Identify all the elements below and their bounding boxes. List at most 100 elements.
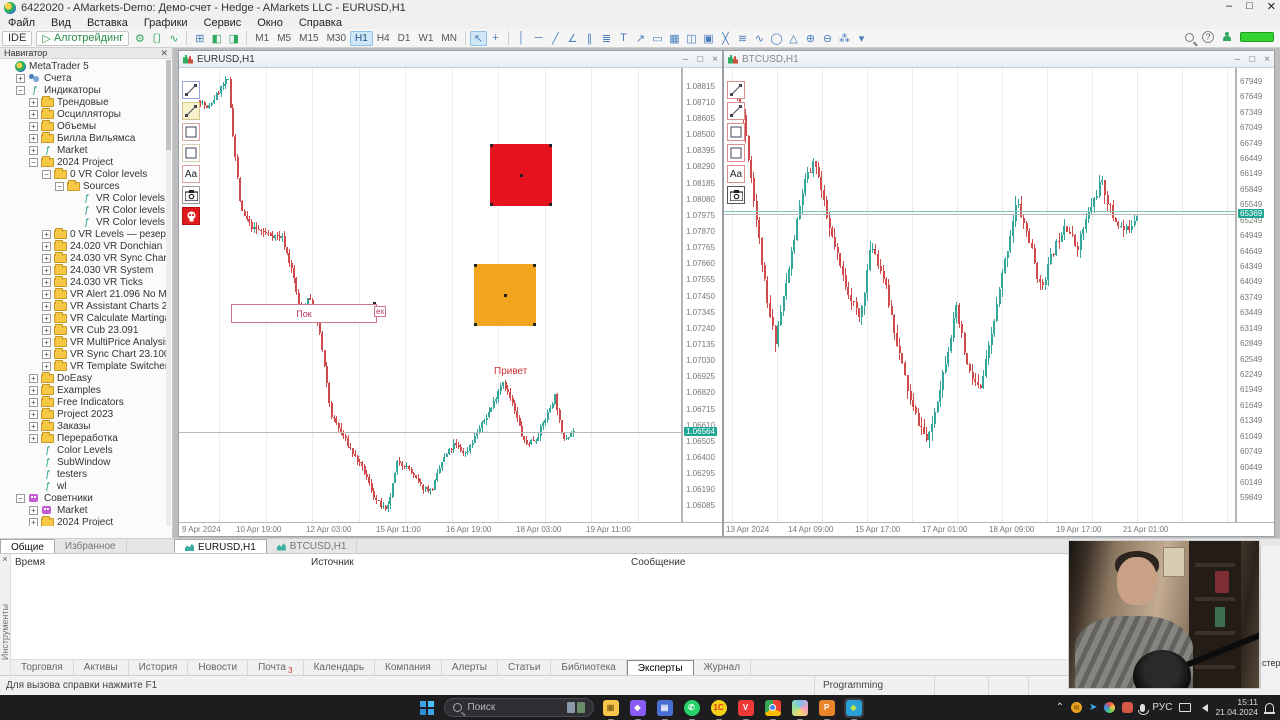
start-button[interactable]: [417, 698, 437, 718]
explorer-icon[interactable]: ▣: [601, 698, 621, 720]
object-handle[interactable]: [549, 144, 552, 147]
time-axis[interactable]: 9 Apr 2024 10 Apr 19:00 12 Apr 03:00 15 Apr…: [179, 522, 722, 536]
timeframe-H1[interactable]: H1: [350, 30, 373, 46]
crosshair-icon[interactable]: +: [487, 31, 504, 46]
chart-plot-btcusd[interactable]: Aa: [724, 68, 1236, 523]
timeframe-H4[interactable]: H4: [373, 31, 394, 46]
tree-item-0-vr-color-levels[interactable]: − 0 VR Color levels: [0, 168, 166, 180]
menu-Окно[interactable]: Окно: [257, 17, 283, 29]
object-handle[interactable]: [490, 144, 493, 147]
object-handle[interactable]: [503, 293, 507, 297]
price-axis[interactable]: 1.08815 1.08710 1.08605 1.08500 1.08395 1.082…: [682, 68, 722, 523]
metatrader-icon[interactable]: ◆: [843, 697, 864, 720]
delete-objects-button[interactable]: [182, 207, 200, 225]
equidistant-channel-icon[interactable]: ∥: [581, 31, 598, 46]
network-tray-icon[interactable]: [1179, 703, 1192, 712]
tree-item-билла-вильямса[interactable]: + Билла Вильямса: [0, 132, 166, 144]
menu-Справка[interactable]: Справка: [299, 17, 342, 29]
toolbox-tab-Компания[interactable]: Компания: [375, 660, 442, 675]
tree-item-объемы[interactable]: + Объемы: [0, 120, 166, 132]
text-tool-button[interactable]: Aa: [727, 165, 745, 183]
tray-expand-icon[interactable]: ⌃: [1056, 702, 1064, 713]
chart-tab-EURUSD-H1[interactable]: EURUSD,H1: [174, 539, 267, 553]
toolbox-tab-Торговля[interactable]: Торговля: [11, 660, 74, 675]
navigator-close-icon[interactable]: ✕: [160, 48, 168, 59]
more-tools-caret-icon[interactable]: ▾: [853, 31, 870, 46]
expand-toggle-icon[interactable]: +: [29, 373, 38, 383]
maximize-button[interactable]: □: [1246, 0, 1253, 13]
time-axis[interactable]: 13 Apr 2024 14 Apr 09:00 15 Apr 17:00 17 Ap…: [724, 522, 1274, 536]
toolbox-tab-Эксперты[interactable]: Эксперты: [626, 660, 694, 675]
expand-toggle-icon[interactable]: +: [42, 325, 51, 335]
picture-object-icon[interactable]: ▦: [666, 31, 683, 46]
expand-toggle-icon[interactable]: +: [29, 505, 38, 515]
title-bar[interactable]: 6422020 - AMarkets-Demo: Демо-счет - Hed…: [0, 0, 1280, 16]
chart-minimize-button[interactable]: –: [1235, 54, 1241, 65]
tree-item-советники[interactable]: − Советники: [0, 492, 166, 504]
close-button[interactable]: ✕: [1267, 0, 1276, 13]
tree-item-wl[interactable]: ƒ wl: [0, 480, 166, 492]
tree-item-индикаторы[interactable]: − ƒ Индикаторы: [0, 84, 166, 96]
objects-list-icon[interactable]: ⁂: [836, 31, 853, 46]
rectangle-tool-button[interactable]: [182, 123, 200, 141]
office-icon[interactable]: P: [817, 698, 837, 720]
chart-minimize-button[interactable]: –: [683, 54, 689, 65]
expand-toggle-icon[interactable]: +: [42, 289, 51, 299]
ide-button[interactable]: IDE: [2, 30, 33, 46]
text-label-icon[interactable]: T: [615, 31, 632, 46]
photos-icon[interactable]: [790, 698, 810, 720]
price-axis[interactable]: 67949 67649 67349 67049 66749 66449 66149 65849…: [1236, 68, 1274, 523]
text-edit-object[interactable]: Пок: [231, 304, 377, 323]
object-handle[interactable]: [533, 323, 536, 326]
microphone-tray-icon[interactable]: [1138, 703, 1150, 715]
rectangle-alt-tool-button[interactable]: [727, 144, 745, 162]
expand-toggle-icon[interactable]: +: [29, 409, 38, 419]
expand-toggle-icon[interactable]: +: [42, 277, 51, 287]
expand-toggle-icon[interactable]: +: [42, 253, 51, 263]
expand-toggle-icon[interactable]: +: [42, 241, 51, 251]
chart-restore-button[interactable]: □: [697, 54, 703, 65]
tree-item-2024-project[interactable]: − 2024 Project: [0, 156, 166, 168]
rectangle-alt-tool-button[interactable]: [182, 144, 200, 162]
expand-toggle-icon[interactable]: +: [42, 313, 51, 323]
screenshot-tool-button[interactable]: [727, 186, 745, 204]
toolbox-column-Источник[interactable]: Источник: [311, 557, 354, 568]
chart-close-button[interactable]: ×: [1264, 54, 1270, 65]
menu-Вид[interactable]: Вид: [51, 17, 71, 29]
zoom-out-icon[interactable]: ⊖: [819, 31, 836, 46]
expand-toggle-icon[interactable]: −: [29, 157, 38, 167]
trendline-alt-tool-button[interactable]: [182, 102, 200, 120]
toolbox-tab-Почта[interactable]: Почта 3: [248, 660, 304, 675]
tile-windows-icon[interactable]: ◧: [208, 31, 225, 46]
tree-item-vr-alert-21-096-no-mod-lic[interactable]: + VR Alert 21.096 No Mod Lic: [0, 288, 166, 300]
tree-item-24-030-vr-system[interactable]: +24.030 VR System: [0, 264, 166, 276]
tree-item-market[interactable]: + ƒ Market: [0, 144, 166, 156]
toolbox-tab-Календарь[interactable]: Календарь: [304, 660, 376, 675]
expand-toggle-icon[interactable]: +: [16, 73, 25, 83]
chrome-icon[interactable]: [763, 698, 783, 720]
tree-item-vr-sync-chart-23-100[interactable]: + VR Sync Chart 23.100: [0, 348, 166, 360]
menu-Файл[interactable]: Файл: [8, 17, 35, 29]
mail-tray-icon[interactable]: ✉: [1071, 702, 1083, 713]
help-icon[interactable]: ?: [1202, 31, 1214, 43]
gann-icon[interactable]: ╳: [717, 31, 734, 46]
notifications-bell-icon[interactable]: [1264, 703, 1275, 714]
navigator-tab-Общие[interactable]: Общие: [0, 539, 55, 553]
new-chart-icon[interactable]: ⊞: [191, 31, 208, 46]
triangle-object-icon[interactable]: △: [785, 31, 802, 46]
red-app-tray-icon[interactable]: [1122, 702, 1134, 713]
expand-toggle-icon[interactable]: +: [42, 349, 51, 359]
tree-item-vr-calculate-martingale-21-080[interactable]: + VR Calculate Martingale 21.080: [0, 312, 166, 324]
clock[interactable]: 15:11 21.04.2024: [1215, 697, 1258, 718]
tree-item-2024-project[interactable]: +2024 Project: [0, 516, 166, 526]
fibonacci-icon[interactable]: ≣: [598, 31, 615, 46]
tree-item-free-indicators[interactable]: + Free Indicators: [0, 396, 166, 408]
toolbox-tab-История[interactable]: История: [129, 660, 189, 675]
tree-item-vr-multiprice-analysis-21-080-n[interactable]: + VR MultiPrice Analysis 21.080 N: [0, 336, 166, 348]
expand-toggle-icon[interactable]: +: [42, 337, 51, 347]
trendline-icon[interactable]: ╱: [547, 31, 564, 46]
button-object-icon[interactable]: ◫: [683, 31, 700, 46]
whatsapp-icon[interactable]: ✆: [682, 698, 702, 720]
v-browser-icon[interactable]: V: [736, 698, 756, 720]
chart-tab-BTCUSD-H1[interactable]: BTCUSD,H1: [267, 539, 358, 553]
